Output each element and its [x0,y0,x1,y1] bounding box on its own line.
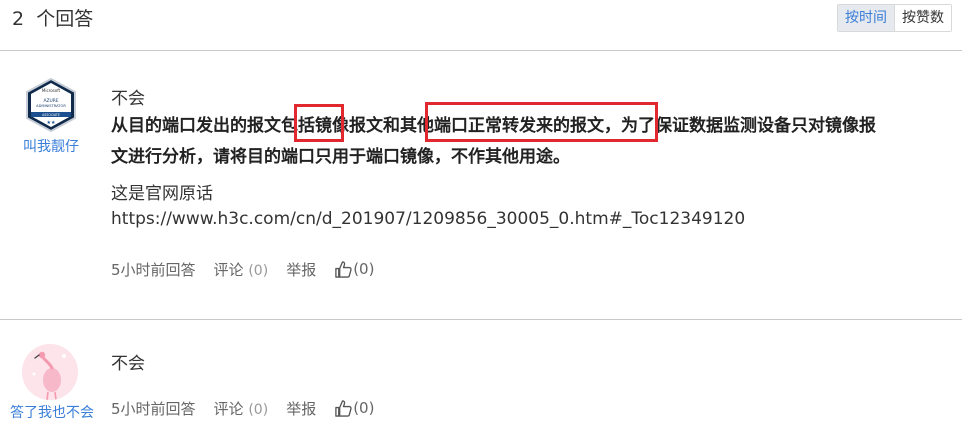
answer-title: 不会 [111,354,145,374]
answer-count-heading: 2 个回答 [12,4,93,31]
sort-by-time-button[interactable]: 按时间 [838,5,895,31]
username-link[interactable]: 答了我也不会 [2,402,102,422]
pink-flamingo-avatar-icon [22,344,78,400]
answer-time: 5小时前回答 [111,400,196,418]
comment-count: (0) [248,402,269,418]
thumbs-up-icon [335,400,352,417]
username-link[interactable]: 叫我靓仔 [14,136,88,156]
badge-line3-text: ASSOCIATE [42,113,60,117]
sort-toggle-group: 按时间 按赞数 [837,4,952,32]
svg-text:★★: ★★ [47,120,56,126]
like-button[interactable]: (0) [334,260,374,279]
comment-label: 评论 [213,261,244,279]
comment-button[interactable]: 评论 (0) [214,398,269,419]
like-count: (0) [353,260,375,278]
answer-bold-segment: 文进行分析，请将目的端口只用于端口镜像，不作其他用途。 [111,147,570,167]
answer-count-label: 个回答 [36,8,94,30]
like-button[interactable]: (0) [334,399,374,418]
answer-body-text: 这是官网原话 [111,184,213,204]
like-count: (0) [353,399,375,417]
answer-meta-bar: 5小时前回答 评论 (0) 举报 (0) [111,259,374,280]
answer-bold-segment: 从目的端口发出的报文 [111,116,281,136]
answer-title: 不会 [111,89,145,109]
highlight-box [294,104,344,142]
report-button[interactable]: 举报 [286,398,316,419]
answer-divider [0,319,962,320]
avatar[interactable] [22,344,78,400]
highlight-box [425,102,658,142]
comment-label: 评论 [213,400,244,418]
badge-brand-text: Microsoft [42,88,61,93]
reference-url[interactable]: https://www.h3c.com/cn/d_201907/1209856_… [111,209,745,229]
comment-button[interactable]: 评论 (0) [214,259,269,280]
answer-count-number: 2 [12,8,25,30]
report-button[interactable]: 举报 [286,259,316,280]
sort-by-likes-button[interactable]: 按赞数 [895,5,951,31]
badge-line2-text: ADMINISTRATOR [36,104,66,108]
azure-administrator-badge-icon: Microsoft AZURE ADMINISTRATOR ASSOCIATE … [26,78,76,132]
thumbs-up-icon [335,261,352,278]
answer-time: 5小时前回答 [111,261,196,279]
header-divider [0,50,962,51]
answer-meta-bar: 5小时前回答 评论 (0) 举报 (0) [111,398,374,419]
comment-count: (0) [248,263,269,279]
avatar[interactable]: Microsoft AZURE ADMINISTRATOR ASSOCIATE … [24,78,78,132]
